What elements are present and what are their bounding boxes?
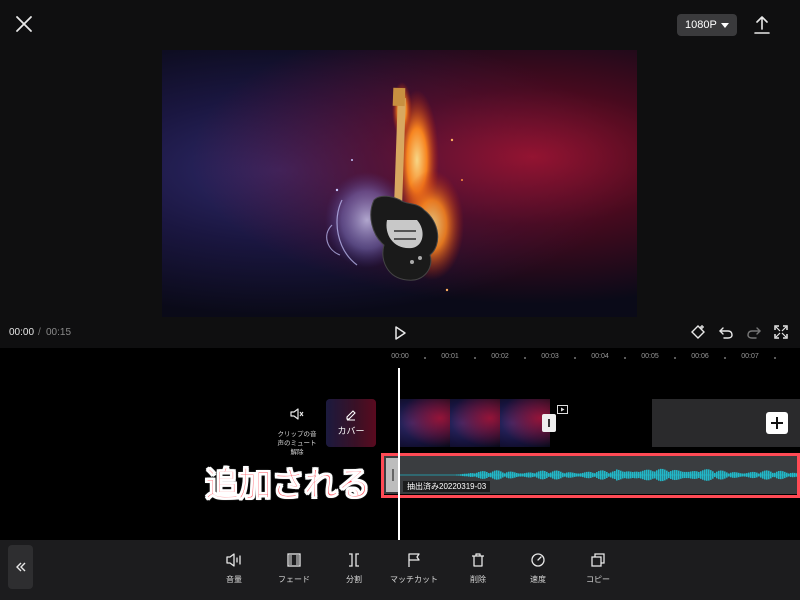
ruler-tick-label: 00:02 — [491, 353, 509, 360]
match-cut-icon — [408, 553, 420, 567]
redo-icon — [747, 327, 761, 339]
ruler-tick-dot — [474, 357, 476, 359]
ruler-tick-dot — [424, 357, 426, 359]
undo-button[interactable] — [717, 323, 735, 341]
annotation-text: 追加される — [205, 466, 372, 505]
tool-label: マッチカット — [390, 575, 438, 584]
tool-split[interactable]: 分割 — [324, 552, 384, 585]
ruler-tick-dot — [674, 357, 676, 359]
ruler-tick-label: 00:01 — [441, 353, 459, 360]
mute-clip-audio-button[interactable]: クリップの音声のミュート解除 — [275, 407, 319, 457]
ruler-tick-dot — [724, 357, 726, 359]
ruler-tick-label: 00:04 — [591, 353, 609, 360]
chevron-down-icon — [720, 22, 729, 28]
video-clip-thumbnail[interactable] — [450, 399, 500, 447]
collapse-button[interactable] — [8, 545, 33, 589]
ruler-tick-dot — [624, 357, 626, 359]
play-button[interactable] — [391, 324, 409, 342]
tool-label: 削除 — [470, 575, 486, 584]
time-separator: / — [38, 327, 41, 338]
ruler-tick-label: 00:00 — [391, 353, 409, 360]
transition-button[interactable] — [542, 414, 556, 432]
tool-label: 音量 — [226, 575, 242, 584]
tool-match-cut[interactable]: マッチカット — [384, 552, 444, 585]
current-time: 00:00 — [9, 327, 35, 338]
upload-icon — [754, 16, 770, 34]
add-clip-button[interactable] — [766, 412, 788, 434]
ruler-tick-dot — [574, 357, 576, 359]
plus-icon — [771, 417, 783, 429]
ruler-tick-dot — [774, 357, 776, 359]
tool-speed[interactable]: 速度 — [508, 552, 568, 585]
undo-icon — [719, 327, 733, 339]
speed-icon — [531, 553, 545, 567]
tool-label: 分割 — [346, 575, 362, 584]
tool-label: コピー — [586, 575, 610, 584]
delete-icon — [472, 553, 484, 567]
top-bar: 1080P — [0, 0, 800, 50]
keyframe-icon — [691, 325, 705, 339]
split-icon — [349, 553, 359, 567]
video-preview[interactable] — [162, 50, 637, 317]
player-controls: 00:00 / 00:15 — [0, 318, 800, 348]
resolution-label: 1080P — [685, 19, 717, 31]
keyframe-button[interactable] — [689, 323, 707, 341]
fullscreen-icon — [774, 325, 788, 339]
video-clip-thumbnail[interactable] — [400, 399, 450, 447]
tool-label: フェード — [278, 575, 310, 584]
tool-fade[interactable]: フェード — [264, 552, 324, 585]
ruler-tick-label: 00:07 — [741, 353, 759, 360]
tool-label: 速度 — [530, 575, 546, 584]
ruler-tick-label: 00:03 — [541, 353, 559, 360]
redo-button[interactable] — [745, 323, 763, 341]
total-time: 00:15 — [46, 327, 72, 338]
play-icon — [395, 326, 406, 340]
tool-volume[interactable]: 音量 — [204, 552, 264, 585]
playhead[interactable] — [398, 368, 400, 540]
fade-icon — [287, 553, 301, 567]
double-chevron-left-icon — [15, 562, 25, 572]
mute-label: クリップの音声のミュート解除 — [277, 431, 317, 456]
cover-button[interactable]: カバー — [326, 399, 376, 447]
guitar-artwork — [325, 82, 464, 292]
bottom-toolbar: 音量 フェード 分割 マッチカット 削除 速度 コピー — [0, 540, 800, 600]
speaker-mute-icon — [290, 408, 304, 420]
close-icon — [16, 16, 32, 32]
annotation-highlight-box — [381, 453, 800, 498]
export-button[interactable] — [752, 14, 772, 36]
cover-label: カバー — [337, 426, 365, 436]
tool-copy[interactable]: コピー — [568, 552, 628, 585]
pencil-icon — [346, 410, 356, 421]
resolution-button[interactable]: 1080P — [677, 14, 737, 36]
fullscreen-button[interactable] — [772, 323, 790, 341]
clip-preview-icon — [557, 405, 568, 414]
ruler-tick-label: 00:05 — [641, 353, 659, 360]
ruler-tick-dot — [524, 357, 526, 359]
ruler-tick-label: 00:06 — [691, 353, 709, 360]
close-button[interactable] — [12, 12, 36, 36]
tool-delete[interactable]: 削除 — [448, 552, 508, 585]
copy-icon — [591, 553, 605, 567]
volume-icon — [226, 553, 241, 567]
